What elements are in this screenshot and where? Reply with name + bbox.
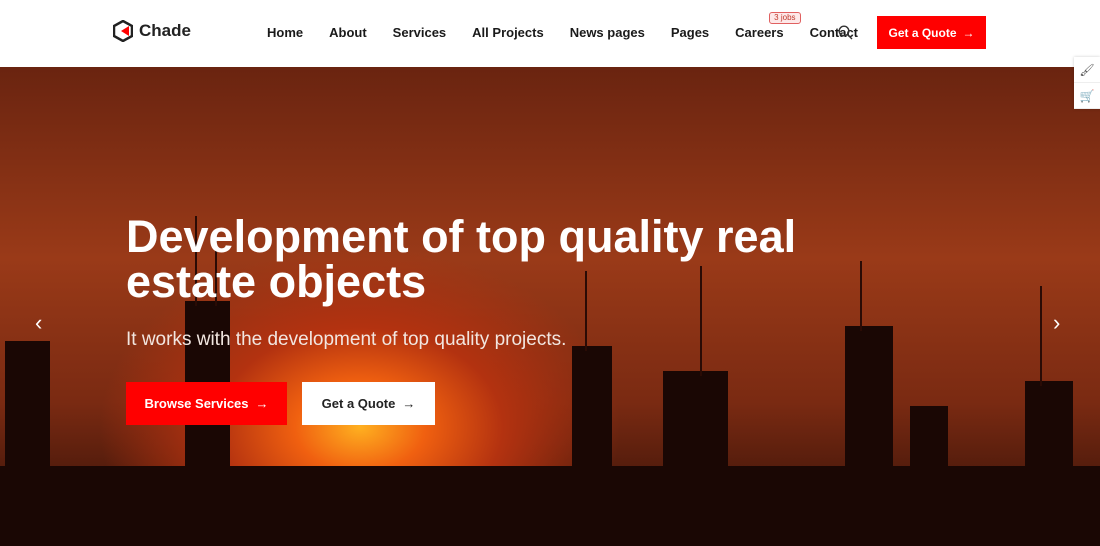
brand-name: Chade <box>139 21 191 40</box>
nav-news-pages[interactable]: News pages <box>570 25 645 40</box>
hero-subtitle: It works with the development of top qua… <box>126 329 567 350</box>
column <box>5 341 50 546</box>
logo[interactable]: Chade <box>113 20 191 42</box>
nav-pages[interactable]: Pages <box>671 25 709 40</box>
arrow-right-icon: → <box>255 396 269 411</box>
browse-services-button[interactable]: Browse Services → <box>126 382 287 425</box>
prev-slide-arrow-icon[interactable]: ‹ <box>35 310 42 336</box>
quote-label: Get a Quote <box>888 25 957 40</box>
next-slide-arrow-icon[interactable]: › <box>1053 310 1060 336</box>
column <box>572 346 612 546</box>
hero-quote-label: Get a Quote <box>321 396 396 411</box>
arrow-right-icon: → <box>962 25 975 40</box>
hero-title: Development of top quality real estate o… <box>126 211 797 307</box>
hero-quote-button[interactable]: Get a Quote → <box>302 382 435 425</box>
paintbrush-icon[interactable]: 🖌 <box>1074 57 1100 83</box>
search-button[interactable] <box>838 25 853 45</box>
cart-icon[interactable]: 🛒 <box>1074 83 1100 109</box>
jobs-badge: 3 jobs <box>769 12 801 24</box>
browse-services-label: Browse Services <box>144 396 249 411</box>
nav-careers-label: Careers <box>735 25 784 40</box>
nav-home[interactable]: Home <box>267 25 303 40</box>
column <box>910 406 948 546</box>
logo-icon <box>113 20 133 42</box>
rebar <box>1040 286 1042 386</box>
side-toolbar: 🖌 🛒 <box>1074 57 1100 109</box>
header-quote-button[interactable]: Get a Quote → <box>877 16 986 49</box>
rebar <box>860 261 862 331</box>
hero-slider: Development of top quality real estate o… <box>0 67 1100 546</box>
column <box>1025 381 1073 546</box>
nav-careers[interactable]: Careers 3 jobs <box>735 12 801 40</box>
nav-services[interactable]: Services <box>393 25 447 40</box>
arrow-right-icon: → <box>402 396 416 411</box>
nav-all-projects[interactable]: All Projects <box>472 25 544 40</box>
search-icon <box>838 25 853 40</box>
column <box>663 371 728 546</box>
main-nav: Home About Services All Projects News pa… <box>267 12 884 40</box>
site-header: Chade Home About Services All Projects N… <box>0 0 1100 67</box>
column <box>845 326 893 546</box>
nav-about[interactable]: About <box>329 25 367 40</box>
